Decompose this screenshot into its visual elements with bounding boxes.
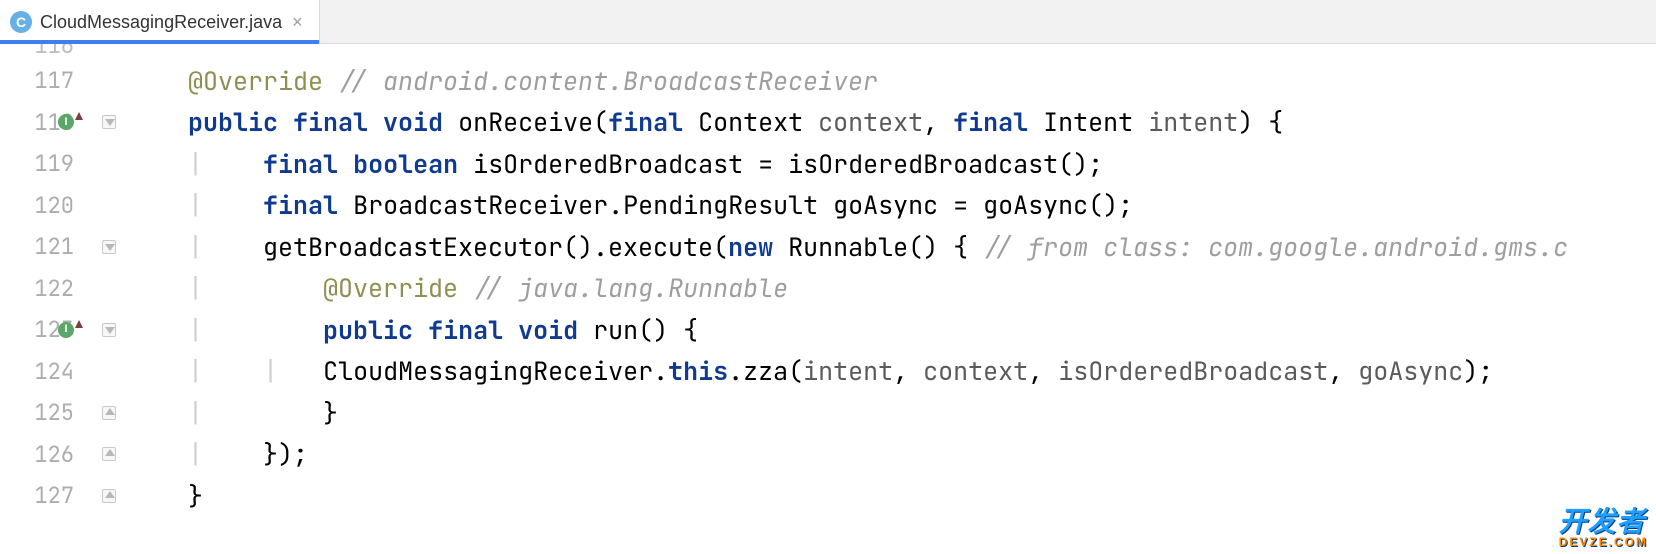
line-number: 120 [0,185,96,227]
fold-expand-icon[interactable] [102,406,116,420]
code-line[interactable]: | getBroadcastExecutor().execute(new Run… [122,226,1656,268]
editor-tab-label: CloudMessagingReceiver.java [40,13,282,31]
fold-collapse-icon[interactable] [102,115,116,129]
line-number: 116 [0,44,96,60]
code-editor[interactable]: 116 117 118 119 120 121 122 123 124 125 … [0,44,1656,554]
code-line[interactable]: | | CloudMessagingReceiver.this.zza(inte… [122,351,1656,393]
code-line[interactable]: | public final void run() { [122,309,1656,351]
override-gutter-icon[interactable]: I [58,114,83,130]
override-gutter-icon[interactable]: I [58,322,83,338]
fold-collapse-icon[interactable] [102,240,116,254]
code-line[interactable]: | } [122,392,1656,434]
code-line[interactable]: | final BroadcastReceiver.PendingResult … [122,185,1656,227]
editor-tab-active[interactable]: C CloudMessagingReceiver.java × [0,0,320,43]
fold-expand-icon[interactable] [102,447,116,461]
line-number: 125 [0,392,96,434]
code-line[interactable]: @Override // android.content.BroadcastRe… [122,60,1656,102]
java-class-icon: C [10,11,32,33]
override-up-arrow-icon [75,320,83,328]
close-icon[interactable]: × [290,13,305,31]
code-body[interactable]: @Override // android.content.BroadcastRe… [122,44,1656,554]
code-line[interactable]: | @Override // java.lang.Runnable [122,268,1656,310]
watermark-sub: DEVZE.COM [1559,536,1648,548]
override-up-arrow-icon [75,112,83,120]
line-number-gutter: 116 117 118 119 120 121 122 123 124 125 … [0,44,96,554]
override-dot-icon: I [58,114,74,130]
line-number: 122 [0,268,96,310]
code-line[interactable]: | }); [122,434,1656,476]
line-number: 121 [0,226,96,268]
line-number: 119 [0,143,96,185]
fold-expand-icon[interactable] [102,489,116,503]
ide-window: C CloudMessagingReceiver.java × 116 117 … [0,0,1656,554]
code-line[interactable]: public final void onReceive(final Contex… [122,102,1656,144]
fold-gutter [96,44,122,554]
code-line[interactable]: | final boolean isOrderedBroadcast = isO… [122,143,1656,185]
line-number: 117 [0,60,96,102]
editor-tabbar: C CloudMessagingReceiver.java × [0,0,1656,44]
line-number: 126 [0,434,96,476]
code-line[interactable]: } [122,475,1656,517]
line-number: 124 [0,351,96,393]
override-dot-icon: I [58,322,74,338]
line-number: 127 [0,475,96,517]
fold-collapse-icon[interactable] [102,323,116,337]
